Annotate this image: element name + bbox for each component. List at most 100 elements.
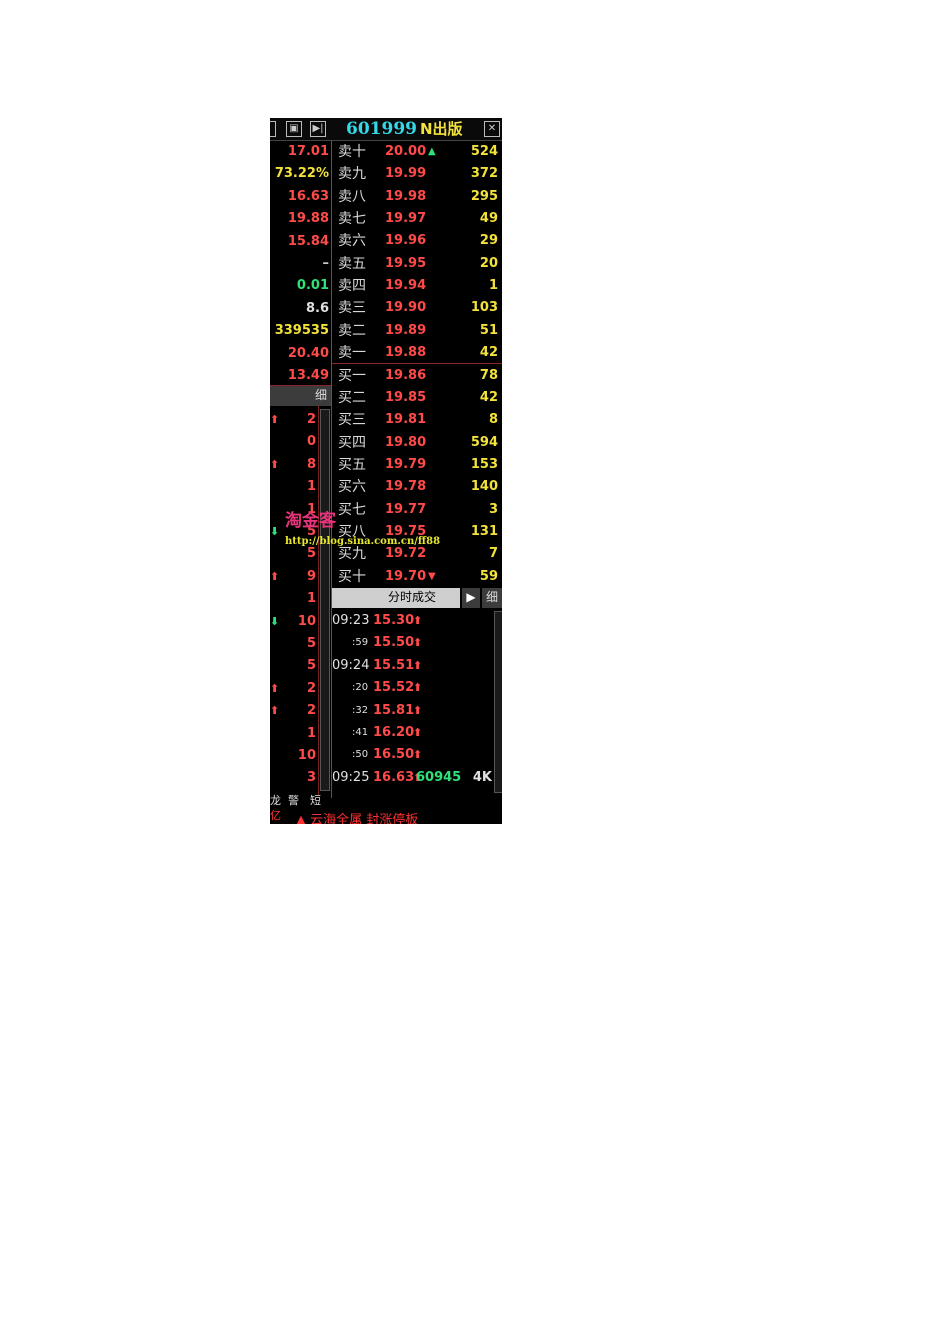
up-arrow-icon: ⬆ [413,681,423,695]
left-stat-value: 13.49 [287,368,329,383]
title-bar: ▣ ▶| 601999 N出版 ✕ [270,118,502,141]
trade-price: 15.30 [373,613,415,628]
sell-order-row[interactable]: 卖四 19.94 1 [332,275,502,297]
left-stat-row: 17.01 [270,141,330,163]
sell-order-row[interactable]: 卖十 20.00 ▲ 524 [332,141,502,163]
buy-order-row[interactable]: 买三 19.81 8 [332,409,502,431]
stock-code: 601999 [346,119,417,139]
order-quantity: 594 [470,434,498,450]
left-stat-value: 73.22% [274,166,329,182]
left-stat-row: 16.63 [270,186,330,208]
left-stat-row: 73.22% [270,163,330,185]
order-quantity: 42 [479,345,498,361]
order-quantity: 20 [479,255,498,271]
sell-order-row[interactable]: 卖五 19.95 20 [332,253,502,275]
sell-order-row[interactable]: 卖一 19.88 42 [332,342,502,364]
left-stat-value: – [322,256,330,271]
trade-price: 16.20 [373,725,415,740]
left-tick-row: 3 [270,767,318,789]
order-price: 20.00 [385,144,427,159]
order-price: 19.85 [385,389,427,405]
order-level-label: 卖十 [338,144,366,160]
buy-order-row[interactable]: 买六 19.78 140 [332,476,502,498]
stock-name: N出版 [420,120,463,138]
order-price: 19.81 [385,412,427,428]
sell-order-row[interactable]: 卖七 19.97 49 [332,208,502,230]
buy-order-row[interactable]: 买二 19.85 42 [332,387,502,409]
order-level-label: 卖六 [338,233,366,250]
order-quantity: 140 [470,479,498,495]
down-arrow-icon: ⬇ [270,614,280,628]
trade-row: :50 16.50 ⬆ [332,744,502,766]
expand-arrow-icon[interactable]: ▶ [462,588,480,608]
order-quantity: 153 [470,456,498,472]
left-stat-value: 8.6 [305,300,329,316]
time-sales-scrollbar[interactable] [494,611,502,793]
buy-order-row[interactable]: 买四 19.80 594 [332,432,502,454]
sell-order-row[interactable]: 卖八 19.98 295 [332,186,502,208]
order-price: 19.86 [385,367,427,383]
left-tick-value: 8 [306,456,316,472]
tab-alert[interactable]: 警 [288,794,299,808]
order-quantity: 59 [479,568,498,584]
trade-price: 15.81 [373,702,415,718]
left-stat-value: 17.01 [287,144,329,159]
trade-time: :50 [352,749,369,761]
alert-message[interactable]: ▲ 云海全属 封涨停板 [296,809,418,824]
left-tick-value: 3 [306,770,316,786]
sell-order-row[interactable]: 卖九 19.99 372 [332,163,502,185]
up-arrow-icon: ⬆ [413,636,423,650]
trade-row: :20 15.52 ⬆ [332,677,502,699]
buy-order-row[interactable]: 买五 19.79 153 [332,454,502,476]
left-stat-value: 19.88 [287,211,329,227]
left-tick-row: ⬆ 2 [270,678,318,700]
order-level-label: 卖七 [338,211,366,228]
order-price: 19.70 [385,568,427,584]
window-restore-icon[interactable]: ▣ [286,121,302,137]
sell-order-row[interactable]: 卖二 19.89 51 [332,320,502,342]
order-price: 19.79 [385,456,427,472]
left-tick-row: 1 [270,588,318,610]
close-icon[interactable]: ✕ [484,121,500,137]
order-level-label: 买二 [338,389,366,406]
sell-order-row[interactable]: 卖六 19.96 29 [332,230,502,252]
order-level-label: 买七 [338,501,366,518]
left-detail-header[interactable]: 细 [270,386,331,406]
left-stat-row: 8.6 [270,298,330,320]
left-scrollbar[interactable] [320,409,330,791]
trade-row: 09:25 16.63 ⬆ 60945 4K [332,767,502,789]
buy-order-row[interactable]: 买一 19.86 78 [332,365,502,387]
trade-time: 09:24 [332,657,370,673]
left-tick-value: 1 [306,479,316,495]
quote-panel: ▣ ▶| 601999 N出版 ✕ 17.01 73.22% 16.63 19.88 1… [270,118,502,824]
order-quantity: 42 [479,389,498,405]
skip-icon[interactable]: ▶| [310,121,326,137]
left-stat-value: 15.84 [287,233,329,249]
up-arrow-icon: ⬆ [270,569,280,583]
up-arrow-icon: ⬆ [413,614,423,627]
tab-short[interactable]: 短 [310,794,321,808]
left-tick-value: 5 [306,636,316,651]
trade-row: :59 15.50 ⬆ [332,632,502,654]
order-quantity: 29 [479,233,498,249]
trade-price: 16.63 [373,769,415,785]
left-stat-row: 13.49 [270,365,330,387]
watermark-url: http://blog.sina.com.cn/ff88 [285,536,441,547]
buy-order-row[interactable]: 买十 19.70 ▼ 59 [332,566,502,588]
buy-order-row[interactable]: 买七 19.77 3 [332,499,502,521]
time-sales-label: 分时成交 [388,590,437,604]
time-sales-header[interactable]: 分时成交 [332,588,460,608]
trade-time: :41 [352,727,369,738]
order-price: 19.89 [385,322,427,338]
order-level-label: 卖九 [338,166,366,183]
trade-price: 16.50 [373,747,415,763]
up-arrow-icon: ⬆ [270,413,280,426]
up-arrow-icon: ⬆ [413,748,423,762]
time-sales-detail[interactable]: 细 [482,588,502,608]
order-quantity: 3 [488,501,498,517]
order-quantity: 78 [479,367,498,383]
left-tick-value: 1 [306,725,316,741]
order-level-label: 卖三 [338,300,366,317]
tab-long[interactable]: 龙 [270,794,281,808]
sell-order-row[interactable]: 卖三 19.90 103 [332,297,502,319]
